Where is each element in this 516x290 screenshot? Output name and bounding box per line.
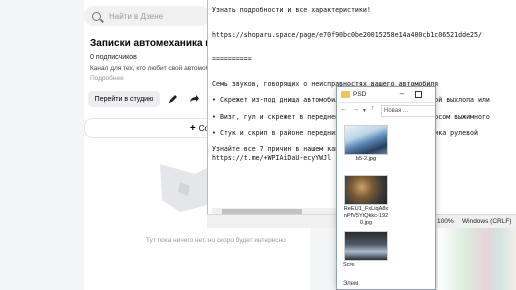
file-item[interactable]: Scre (343, 231, 389, 269)
plus-icon: + (189, 122, 196, 134)
image-thumbnail (344, 125, 388, 155)
subscriber-count: 0 подписчиков (90, 54, 137, 61)
left-rail (0, 0, 42, 290)
explorer-status-bar: Элем (343, 281, 359, 287)
image-thumbnail (344, 231, 388, 261)
share-icon[interactable] (189, 94, 199, 104)
search-icon (92, 11, 101, 21)
explorer-nav-bar: ← → ▼ ↑ Новая ... (337, 104, 435, 118)
file-name: ReEU1_FxLiqA8xnPfV5YtQkkc-1920.jpg (343, 206, 389, 226)
back-arrow-icon[interactable]: ← (340, 106, 347, 113)
create-button[interactable]: + Созд (84, 118, 224, 138)
zoom-level: 100% (437, 218, 454, 225)
more-link[interactable]: Подробнее (90, 75, 124, 82)
forward-arrow-icon[interactable]: → (352, 106, 359, 113)
file-name: Scre (343, 262, 355, 268)
image-thumbnail (344, 175, 388, 205)
up-arrow-icon[interactable]: ↑ (371, 105, 375, 112)
explorer-window: PSD – ← → ▼ ↑ Новая ... b5-2.jpg ReEU1_F… (336, 86, 436, 290)
address-bar[interactable]: Новая ... (381, 105, 435, 117)
channel-description: Канал для тех, кто любит свой автомобиль (90, 65, 221, 72)
channel-title: Записки автомеханика из п (90, 38, 226, 49)
empty-state-text: Тут пока ничего нет, но скоро будет инте… (146, 237, 286, 244)
line-ending-encoding: Windows (CRLF) (462, 218, 512, 225)
search-input[interactable]: Найти в Дзене (84, 6, 210, 26)
file-item[interactable]: ReEU1_FxLiqA8xnPfV5YtQkkc-1920.jpg (343, 175, 389, 227)
desktop-background-fragment (438, 228, 516, 290)
explorer-title-bar[interactable]: PSD – (337, 87, 435, 103)
file-item[interactable]: b5-2.jpg (343, 125, 389, 163)
explorer-title: PSD (353, 91, 367, 98)
maximize-icon[interactable] (415, 91, 422, 98)
go-to-studio-button[interactable]: Перейти в студию (88, 91, 160, 107)
folder-icon (341, 91, 350, 98)
file-name: b5-2.jpg (355, 156, 377, 162)
pencil-icon[interactable] (168, 94, 178, 104)
search-placeholder: Найти в Дзене (109, 11, 164, 21)
chevron-down-icon[interactable]: ▼ (362, 108, 367, 114)
minimize-icon[interactable]: – (397, 89, 407, 100)
